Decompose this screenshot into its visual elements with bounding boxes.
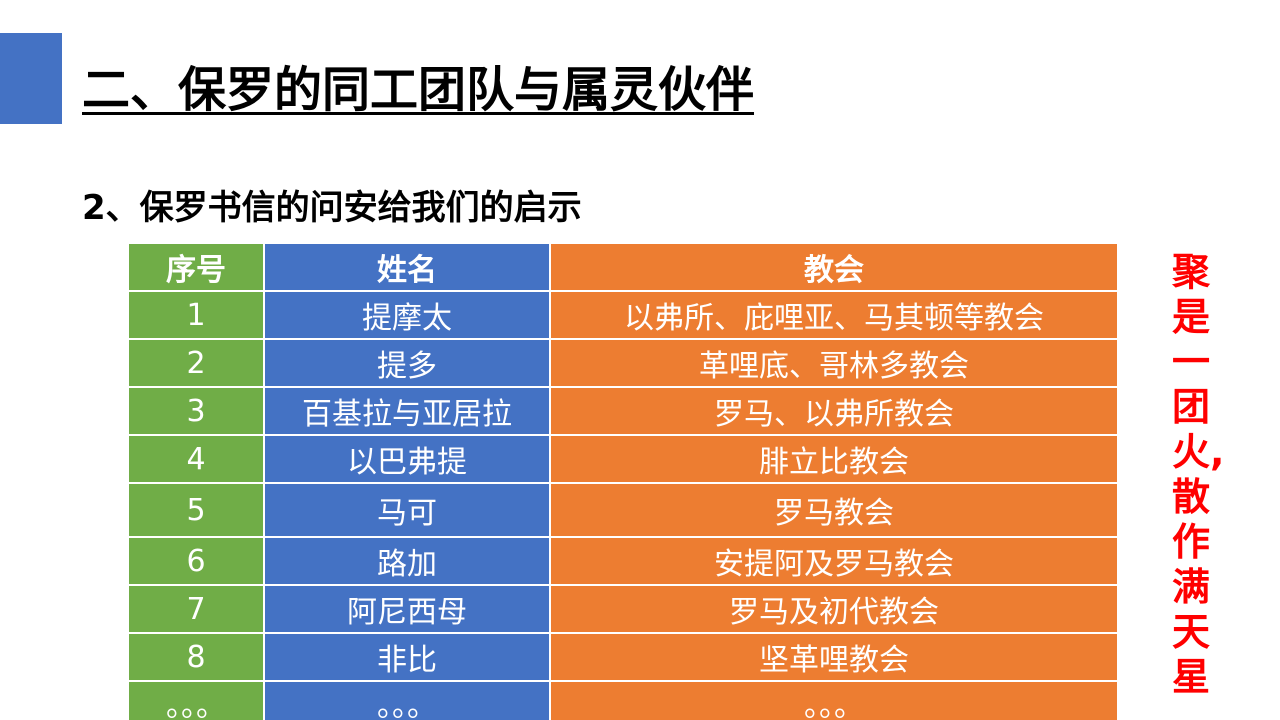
cell-name: 非比 (263, 632, 551, 682)
cell-ellipsis: 。。。 (263, 680, 551, 720)
side-note-char: 火, (1172, 430, 1225, 474)
cell-number: 8 (127, 632, 265, 682)
side-note-char: 天 (1172, 610, 1211, 654)
table-row: 2 提多 革哩底、哥林多教会 (127, 338, 1119, 388)
cell-name: 以巴弗提 (263, 434, 551, 484)
table-row: 1 提摩太 以弗所、庇哩亚、马其顿等教会 (127, 290, 1119, 340)
coworkers-table: 序号 姓名 教会 1 提摩太 以弗所、庇哩亚、马其顿等教会 2 提多 革哩底、哥… (127, 242, 1119, 720)
side-note-vertical: 聚 是 一 团 火, 散 作 满 天 星 (1172, 250, 1232, 700)
header-number: 序号 (127, 242, 265, 292)
cell-church: 罗马及初代教会 (549, 584, 1119, 634)
cell-name: 马可 (263, 482, 551, 538)
cell-church: 以弗所、庇哩亚、马其顿等教会 (549, 290, 1119, 340)
cell-name: 阿尼西母 (263, 584, 551, 634)
side-note-char: 团 (1172, 385, 1211, 429)
cell-number: 7 (127, 584, 265, 634)
cell-church: 坚革哩教会 (549, 632, 1119, 682)
side-note-char: 满 (1172, 565, 1211, 609)
slide-title: 二、保罗的同工团队与属灵伙伴 (82, 62, 755, 118)
cell-name: 提多 (263, 338, 551, 388)
cell-name: 百基拉与亚居拉 (263, 386, 551, 436)
header-church: 教会 (549, 242, 1119, 292)
side-note-char: 聚 (1172, 250, 1211, 294)
slide-subtitle: 2、保罗书信的问安给我们的启示 (82, 188, 582, 228)
side-note-char: 散 (1172, 475, 1211, 519)
table-row: 4 以巴弗提 腓立比教会 (127, 434, 1119, 484)
cell-church: 腓立比教会 (549, 434, 1119, 484)
cell-ellipsis: 。。。 (549, 680, 1119, 720)
table-row: 5 马可 罗马教会 (127, 482, 1119, 538)
table-row: 6 路加 安提阿及罗马教会 (127, 536, 1119, 586)
table-row: 7 阿尼西母 罗马及初代教会 (127, 584, 1119, 634)
cell-church: 罗马教会 (549, 482, 1119, 538)
table-row: 3 百基拉与亚居拉 罗马、以弗所教会 (127, 386, 1119, 436)
cell-number: 3 (127, 386, 265, 436)
cell-ellipsis: 。。。 (127, 680, 265, 720)
cell-number: 6 (127, 536, 265, 586)
cell-number: 4 (127, 434, 265, 484)
cell-church: 革哩底、哥林多教会 (549, 338, 1119, 388)
header-name: 姓名 (263, 242, 551, 292)
cell-church: 罗马、以弗所教会 (549, 386, 1119, 436)
cell-number: 5 (127, 482, 265, 538)
cell-number: 1 (127, 290, 265, 340)
cell-number: 2 (127, 338, 265, 388)
cell-name: 路加 (263, 536, 551, 586)
table-row-ellipsis: 。。。 。。。 。。。 (127, 680, 1119, 720)
side-note-char: 星 (1172, 655, 1211, 699)
title-accent-bar (0, 33, 62, 124)
side-note-char: 是 (1172, 295, 1211, 339)
slide: 二、保罗的同工团队与属灵伙伴 2、保罗书信的问安给我们的启示 序号 姓名 教会 … (0, 0, 1280, 720)
cell-name: 提摩太 (263, 290, 551, 340)
cell-church: 安提阿及罗马教会 (549, 536, 1119, 586)
side-note-char: 一 (1172, 340, 1211, 384)
table-row: 8 非比 坚革哩教会 (127, 632, 1119, 682)
table-header-row: 序号 姓名 教会 (127, 242, 1119, 292)
side-note-char: 作 (1172, 520, 1211, 564)
